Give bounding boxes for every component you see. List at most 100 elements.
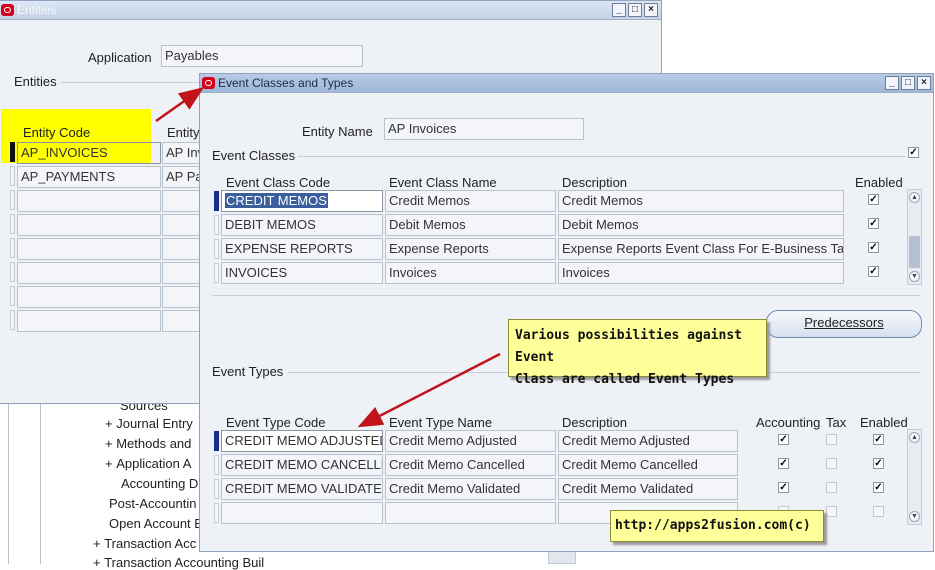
- scroll-down-icon[interactable]: ▼: [909, 511, 920, 522]
- event-classes-section-label: Event Classes: [212, 148, 296, 163]
- scroll-up-icon[interactable]: ▲: [909, 432, 920, 443]
- entity-code-cell[interactable]: [17, 190, 161, 212]
- event-class-description-cell[interactable]: Debit Memos: [558, 214, 844, 236]
- entity-code-cell[interactable]: [17, 310, 161, 332]
- event-type-description-cell[interactable]: Credit Memo Cancelled: [558, 454, 738, 476]
- entity-code-cell[interactable]: AP_PAYMENTS: [17, 166, 161, 188]
- maximize-icon[interactable]: □: [628, 3, 642, 17]
- types-scrollbar[interactable]: ▲ ▼: [907, 429, 922, 525]
- entity-name-cell[interactable]: [162, 238, 202, 260]
- event-class-code-cell[interactable]: EXPENSE REPORTS: [221, 238, 383, 260]
- tree-item-transaction-accounting-builder[interactable]: + Transaction Accounting Buil: [93, 555, 264, 570]
- row-indicator[interactable]: [10, 286, 15, 306]
- row-indicator[interactable]: [10, 190, 15, 210]
- event-class-description-cell[interactable]: Credit Memos: [558, 190, 844, 212]
- row-indicator[interactable]: [214, 239, 219, 259]
- predecessors-button[interactable]: Predecessors: [766, 310, 922, 338]
- row-indicator[interactable]: [214, 191, 219, 211]
- event-class-name-cell[interactable]: Expense Reports: [385, 238, 556, 260]
- tax-checkbox[interactable]: [826, 482, 837, 493]
- tree-item-open-account[interactable]: Open Account B: [109, 516, 203, 531]
- type-enabled-checkbox[interactable]: [873, 434, 884, 445]
- event-type-description-cell[interactable]: Credit Memo Validated: [558, 478, 738, 500]
- event-class-name-cell[interactable]: Debit Memos: [385, 214, 556, 236]
- event-types-section-label: Event Types: [212, 364, 284, 379]
- row-indicator[interactable]: [10, 166, 15, 186]
- event-type-name-cell[interactable]: Credit Memo Cancelled: [385, 454, 556, 476]
- enabled-checkbox[interactable]: [868, 194, 879, 205]
- enabled-checkbox[interactable]: [868, 266, 879, 277]
- event-class-description-cell[interactable]: Invoices: [558, 262, 844, 284]
- enabled-checkbox[interactable]: [868, 242, 879, 253]
- event-type-name-cell[interactable]: Credit Memo Validated: [385, 478, 556, 500]
- scroll-down-icon[interactable]: ▼: [909, 271, 920, 282]
- tree-item-transaction-acc[interactable]: + Transaction Acc: [93, 536, 196, 551]
- event-type-code-cell[interactable]: [221, 502, 383, 524]
- application-field[interactable]: Payables: [161, 45, 363, 67]
- tree-item-methods[interactable]: + Methods and: [105, 436, 191, 451]
- tax-checkbox[interactable]: [826, 458, 837, 469]
- tree-item-accounting-d[interactable]: Accounting D: [121, 476, 198, 491]
- tax-checkbox[interactable]: [826, 434, 837, 445]
- entity-name-cell[interactable]: [162, 214, 202, 236]
- tree-item-application[interactable]: + Application A: [105, 456, 191, 471]
- row-indicator[interactable]: [214, 263, 219, 283]
- close-icon[interactable]: ×: [917, 76, 931, 90]
- event-type-description-cell[interactable]: Credit Memo Adjusted: [558, 430, 738, 452]
- entity-name-cell[interactable]: AP Pa: [162, 166, 202, 188]
- event-type-name-cell[interactable]: Credit Memo Adjusted: [385, 430, 556, 452]
- minimize-icon[interactable]: _: [612, 3, 626, 17]
- accounting-checkbox[interactable]: [778, 458, 789, 469]
- row-indicator[interactable]: [214, 431, 219, 451]
- event-type-code-cell[interactable]: CREDIT MEMO VALIDATED: [221, 478, 383, 500]
- event-classes-window: Event Classes and Types _ □ × Entity Nam…: [199, 73, 934, 552]
- tax-checkbox[interactable]: [826, 506, 837, 517]
- row-indicator[interactable]: [214, 455, 219, 475]
- event-type-code-cell[interactable]: CREDIT MEMO ADJUSTED: [221, 430, 383, 452]
- classes-scrollbar[interactable]: ▲ ▼: [907, 189, 922, 285]
- row-indicator[interactable]: [214, 479, 219, 499]
- entity-name-cell[interactable]: [162, 262, 202, 284]
- scroll-up-icon[interactable]: ▲: [909, 192, 920, 203]
- entity-code-cell[interactable]: [17, 238, 161, 260]
- event-type-code-cell[interactable]: CREDIT MEMO CANCELLED: [221, 454, 383, 476]
- row-indicator[interactable]: [214, 215, 219, 235]
- tree-item-post-accounting[interactable]: Post-Accountin: [109, 496, 196, 511]
- entity-code-cell[interactable]: AP_INVOICES: [17, 142, 161, 164]
- tree-item-journal-entry[interactable]: + Journal Entry: [105, 416, 193, 431]
- row-indicator[interactable]: [10, 262, 15, 282]
- entity-name-cell[interactable]: [162, 310, 202, 332]
- event-class-code-cell[interactable]: INVOICES: [221, 262, 383, 284]
- event-class-code-cell[interactable]: DEBIT MEMOS: [221, 214, 383, 236]
- accounting-checkbox[interactable]: [778, 482, 789, 493]
- entity-name-cell[interactable]: [162, 190, 202, 212]
- type-enabled-checkbox[interactable]: [873, 506, 884, 517]
- event-class-name-cell[interactable]: Credit Memos: [385, 190, 556, 212]
- row-indicator[interactable]: [214, 503, 219, 523]
- enabled-checkbox[interactable]: [868, 218, 879, 229]
- event-class-description-cell[interactable]: Expense Reports Event Class For E-Busine…: [558, 238, 844, 260]
- entity-code-cell[interactable]: [17, 214, 161, 236]
- maximize-icon[interactable]: □: [901, 76, 915, 90]
- entity-code-cell[interactable]: [17, 286, 161, 308]
- event-window-titlebar[interactable]: Event Classes and Types _ □ ×: [200, 74, 933, 93]
- entities-titlebar[interactable]: Entities _ □ ×: [0, 1, 661, 20]
- close-icon[interactable]: ×: [644, 3, 658, 17]
- type-enabled-checkbox[interactable]: [873, 458, 884, 469]
- scroll-thumb[interactable]: [909, 236, 920, 268]
- row-indicator[interactable]: [10, 238, 15, 258]
- section-checkbox[interactable]: [908, 147, 919, 158]
- event-class-code-cell[interactable]: CREDIT MEMOS: [221, 190, 383, 212]
- entity-code-cell[interactable]: [17, 262, 161, 284]
- accounting-checkbox[interactable]: [778, 434, 789, 445]
- entity-name-cell[interactable]: [162, 286, 202, 308]
- event-class-name-cell[interactable]: Invoices: [385, 262, 556, 284]
- row-indicator[interactable]: [10, 310, 15, 330]
- event-type-name-cell[interactable]: [385, 502, 556, 524]
- entity-name-field[interactable]: AP Invoices: [384, 118, 584, 140]
- row-indicator[interactable]: [10, 214, 15, 234]
- type-enabled-checkbox[interactable]: [873, 482, 884, 493]
- minimize-icon[interactable]: _: [885, 76, 899, 90]
- row-indicator[interactable]: [10, 142, 15, 162]
- entity-name-cell[interactable]: AP Inv: [162, 142, 202, 164]
